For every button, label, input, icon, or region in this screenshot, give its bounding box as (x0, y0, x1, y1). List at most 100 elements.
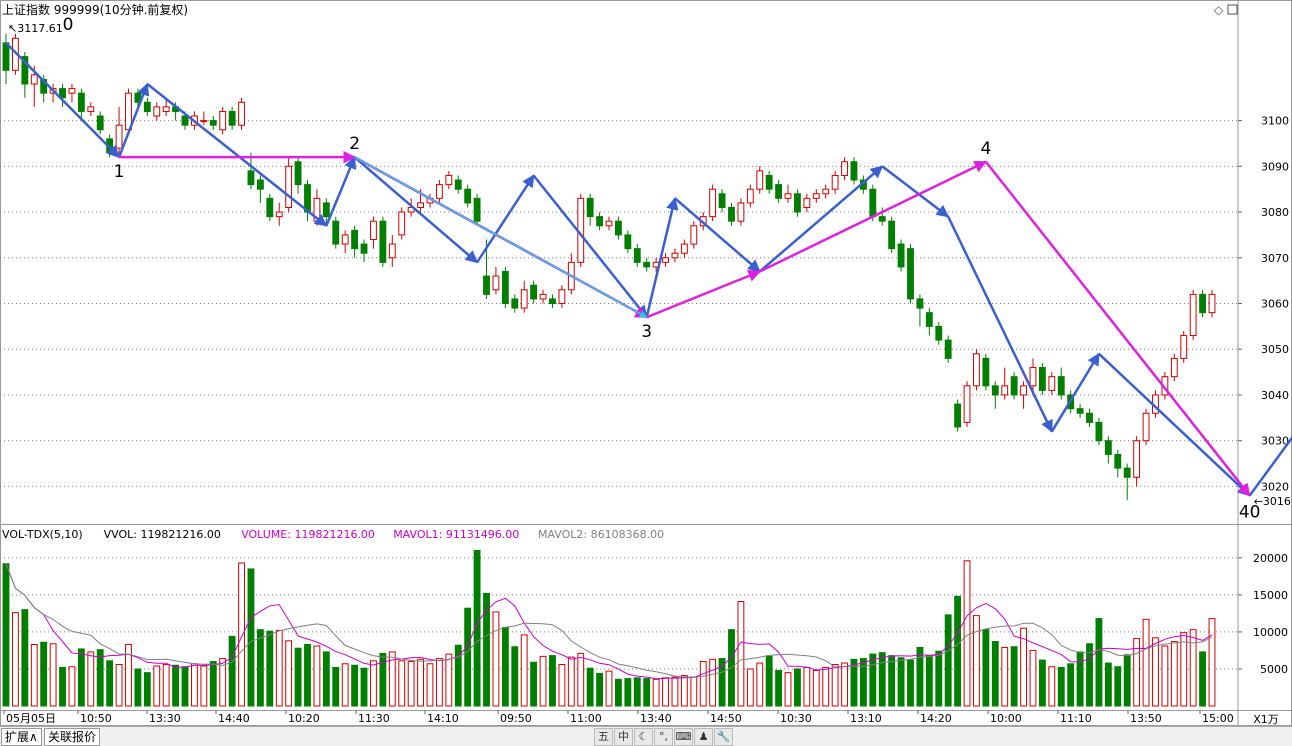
candle (1057, 367, 1065, 400)
punctuation-icon[interactable]: °, (654, 728, 673, 746)
volume-bar (652, 678, 660, 707)
candle-body (398, 211, 406, 236)
tab-extend[interactable]: 扩展∧ (1, 728, 42, 746)
user-icon[interactable]: ♟ (694, 728, 713, 746)
tab-related-quotes[interactable]: 关联报价 (44, 728, 101, 746)
candle (435, 180, 443, 203)
candle (888, 216, 896, 254)
candle (1123, 463, 1131, 501)
candle (530, 280, 538, 304)
candle-body (266, 197, 274, 218)
candle (473, 193, 481, 226)
candle-body (812, 193, 820, 199)
candle-body (483, 275, 490, 295)
volume-bar (501, 626, 509, 707)
price-tick-label: 3050 (1261, 343, 1289, 356)
wave-arrow-blue (146, 83, 328, 227)
volume-bar (671, 676, 679, 707)
diamond-icon: ◇ (1214, 3, 1224, 17)
time-label: 13:30 (149, 712, 181, 725)
candle (1133, 436, 1141, 487)
candle-body (624, 234, 632, 250)
volume-bar (1161, 645, 1169, 707)
volume-bar (181, 666, 189, 707)
keyboard-icon[interactable]: ⌨ (674, 728, 693, 746)
candle-body (370, 220, 377, 240)
candle (822, 184, 830, 199)
candle (539, 289, 547, 304)
candle (605, 216, 613, 231)
volume-bar (991, 641, 999, 707)
volume-bar (888, 655, 896, 707)
volume-bar (492, 611, 500, 707)
candle (671, 248, 679, 263)
volume-bar (1189, 629, 1197, 707)
candle-body (596, 216, 603, 227)
volume-bar (322, 651, 330, 707)
candle (294, 157, 302, 194)
candle-body (662, 257, 669, 263)
candle-body (351, 229, 359, 250)
volume-bar (68, 666, 76, 707)
volume-bar (228, 635, 236, 707)
chinese-input-icon[interactable]: 中 (614, 728, 633, 746)
candle (944, 335, 952, 363)
candle-body (200, 120, 208, 123)
time-label: 09:50 (500, 712, 532, 725)
volume-bar (633, 677, 641, 707)
candle (925, 308, 933, 336)
candle-body (737, 202, 745, 222)
candle-body (238, 101, 245, 126)
time-label: 14:10 (427, 712, 459, 725)
volume-bar (59, 666, 66, 707)
volume-bar (1114, 666, 1122, 707)
candle-body (1123, 467, 1131, 478)
volume-bar (539, 655, 547, 707)
candle (96, 111, 104, 135)
candle (549, 294, 556, 309)
candle (775, 180, 783, 203)
candle (615, 216, 622, 240)
five-icon[interactable]: 五 (594, 728, 613, 746)
candle-body (878, 216, 886, 222)
candle-body (1104, 440, 1112, 455)
moon-icon[interactable]: ☾ (634, 728, 653, 746)
volume-bar (1048, 666, 1056, 707)
volume-bar (737, 601, 745, 707)
price-tick-label: 3100 (1261, 115, 1289, 128)
candle-body (775, 184, 783, 199)
volume-bar (426, 663, 434, 707)
candle-body (1038, 367, 1046, 391)
candle (831, 170, 839, 194)
volume-bar (304, 644, 311, 707)
wave-arrow-cyan (354, 156, 648, 318)
candle-body (1133, 440, 1141, 478)
candle (1114, 449, 1122, 478)
volume-bar (982, 629, 990, 707)
candle-body (162, 106, 170, 112)
candle-body (417, 202, 424, 208)
wrench-icon[interactable]: 🔧 (714, 728, 733, 746)
candle (379, 216, 387, 267)
time-label: 10:20 (288, 712, 320, 725)
candle (916, 294, 924, 327)
candle-body (360, 243, 368, 254)
candle-body (746, 188, 754, 204)
candle-body (907, 248, 914, 300)
candle-body (1114, 453, 1122, 469)
wave-label-1: 1 (114, 162, 125, 182)
candle-body (115, 124, 123, 149)
volume-bar (1208, 618, 1216, 707)
candle-body (1010, 376, 1018, 396)
volume-bar (897, 657, 905, 707)
candle (954, 399, 962, 432)
candle (991, 381, 999, 409)
volume-bar (332, 666, 340, 707)
candle-body (1057, 376, 1065, 396)
volume-tick-label: 20000 (1253, 552, 1288, 565)
volume-bar (30, 644, 38, 707)
candle (935, 321, 943, 345)
candle-body (888, 220, 896, 250)
candle-body (954, 403, 962, 428)
candlestick-chart[interactable]: 3020303030403050306030703080309031005000… (0, 0, 1292, 745)
